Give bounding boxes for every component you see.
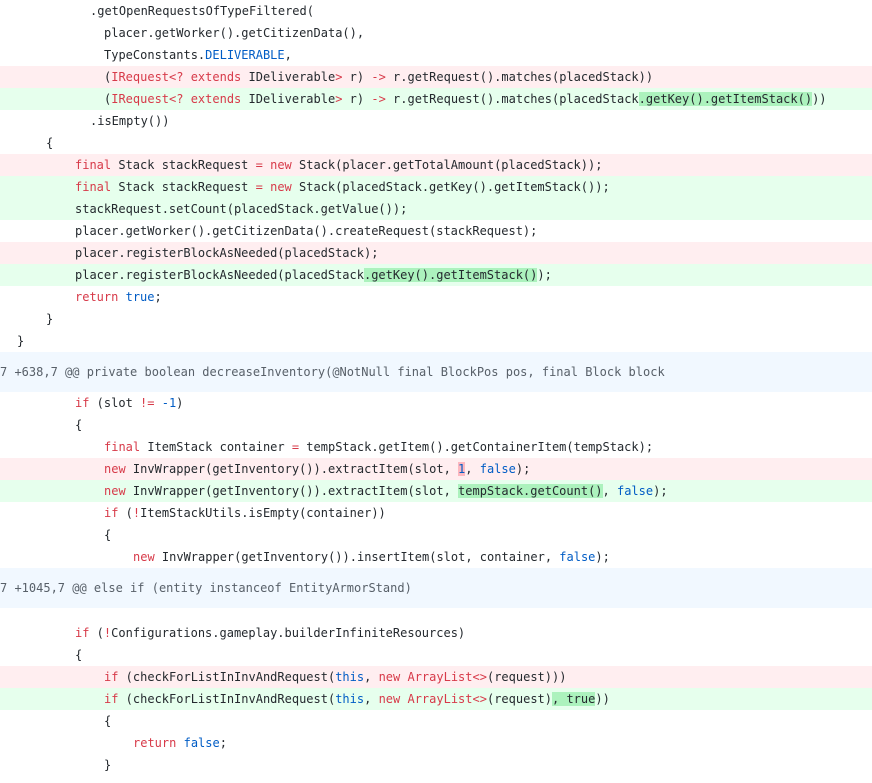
code-text: }: [104, 758, 112, 772]
code-text: placer.registerBlockAsNeeded(placedStack…: [75, 268, 552, 282]
code-text: .isEmpty()): [90, 114, 170, 128]
diff-line-deleted: if (checkForListInInvAndRequest(this, ne…: [0, 666, 872, 688]
code-text: if (!ItemStackUtils.isEmpty(container)): [104, 506, 386, 520]
code-text: stackRequest.setCount(placedStack.getVal…: [75, 202, 408, 216]
diff-line-context: TypeConstants.DELIVERABLE,: [0, 44, 872, 66]
diff-line-added: (IRequest<? extends IDeliverable> r) -> …: [0, 88, 872, 110]
code-text: if (checkForListInInvAndRequest(this, ne…: [104, 670, 567, 684]
code-text: if (checkForListInInvAndRequest(this, ne…: [104, 692, 610, 706]
added-segment: .getKey().getItemStack(): [638, 92, 813, 106]
hunk-header[interactable]: 7 +638,7 @@ private boolean decreaseInve…: [0, 352, 872, 392]
code-text: return false;: [133, 736, 227, 750]
diff-line-context: {: [0, 132, 872, 154]
code-text: return true;: [75, 290, 162, 304]
diff-line-added: if (checkForListInInvAndRequest(this, ne…: [0, 688, 872, 710]
code-text: final Stack stackRequest = new Stack(pla…: [75, 180, 610, 194]
code-text: new InvWrapper(getInventory()).extractIt…: [104, 462, 531, 476]
diff-line-added: new InvWrapper(getInventory()).extractIt…: [0, 480, 872, 502]
diff-line-context: new InvWrapper(getInventory()).insertIte…: [0, 546, 872, 568]
code-text: placer.getWorker().getCitizenData(),: [104, 26, 365, 40]
diff-line-context: {: [0, 644, 872, 666]
diff-line-deleted: final Stack stackRequest = new Stack(pla…: [0, 154, 872, 176]
diff-line-deleted: (IRequest<? extends IDeliverable> r) -> …: [0, 66, 872, 88]
diff-line-added: placer.registerBlockAsNeeded(placedStack…: [0, 264, 872, 286]
code-text: placer.getWorker().getCitizenData().crea…: [75, 224, 538, 238]
added-segment: , true: [552, 692, 596, 706]
diff-line-context: }: [0, 330, 872, 352]
code-text: {: [104, 714, 112, 728]
diff-view: .getOpenRequestsOfTypeFiltered( placer.g…: [0, 0, 872, 776]
code-text: TypeConstants.DELIVERABLE,: [104, 48, 292, 62]
diff-line-context: }: [0, 754, 872, 776]
code-text: new InvWrapper(getInventory()).insertIte…: [133, 550, 610, 564]
code-text: if (!Configurations.gameplay.builderInfi…: [75, 626, 466, 640]
code-text: }: [17, 334, 25, 348]
code-text: (IRequest<? extends IDeliverable> r) -> …: [104, 70, 654, 84]
code-text: .getOpenRequestsOfTypeFiltered(: [90, 4, 314, 18]
hunk-header-text: 7 +638,7 @@ private boolean decreaseInve…: [0, 365, 665, 379]
diff-line-context: if (!Configurations.gameplay.builderInfi…: [0, 622, 872, 644]
code-text: {: [46, 136, 54, 150]
code-text: {: [75, 418, 83, 432]
diff-line-context: placer.getWorker().getCitizenData(),: [0, 22, 872, 44]
code-text: }: [46, 312, 54, 326]
code-text: if (slot != -1): [75, 396, 184, 410]
code-text: {: [104, 528, 112, 542]
diff-line-context: final ItemStack container = tempStack.ge…: [0, 436, 872, 458]
diff-line-context: return false;: [0, 732, 872, 754]
hunk-header-text: 7 +1045,7 @@ else if (entity instanceof …: [0, 581, 412, 595]
added-segment: tempStack.getCount(): [458, 484, 603, 498]
added-segment: .getKey().getItemStack(): [363, 268, 538, 282]
hunk-header[interactable]: 7 +1045,7 @@ else if (entity instanceof …: [0, 568, 872, 608]
diff-line-context: }: [0, 308, 872, 330]
diff-line-added: final Stack stackRequest = new Stack(pla…: [0, 176, 872, 198]
diff-line-context: return true;: [0, 286, 872, 308]
diff-line-context: if (!ItemStackUtils.isEmpty(container)): [0, 502, 872, 524]
code-text: new InvWrapper(getInventory()).extractIt…: [104, 484, 668, 498]
diff-line-context: {: [0, 710, 872, 732]
diff-line-context: if (slot != -1): [0, 392, 872, 414]
diff-line-added: stackRequest.setCount(placedStack.getVal…: [0, 198, 872, 220]
diff-line-context: {: [0, 414, 872, 436]
diff-line-context: .getOpenRequestsOfTypeFiltered(: [0, 0, 872, 22]
diff-line-blank: [0, 608, 872, 622]
code-text: placer.registerBlockAsNeeded(placedStack…: [75, 246, 379, 260]
diff-line-context: placer.getWorker().getCitizenData().crea…: [0, 220, 872, 242]
code-text: (IRequest<? extends IDeliverable> r) -> …: [104, 92, 827, 106]
code-text: {: [75, 648, 83, 662]
diff-line-context: {: [0, 524, 872, 546]
diff-line-deleted: placer.registerBlockAsNeeded(placedStack…: [0, 242, 872, 264]
diff-line-context: .isEmpty()): [0, 110, 872, 132]
code-text: final ItemStack container = tempStack.ge…: [104, 440, 654, 454]
code-text: final Stack stackRequest = new Stack(pla…: [75, 158, 603, 172]
diff-line-deleted: new InvWrapper(getInventory()).extractIt…: [0, 458, 872, 480]
